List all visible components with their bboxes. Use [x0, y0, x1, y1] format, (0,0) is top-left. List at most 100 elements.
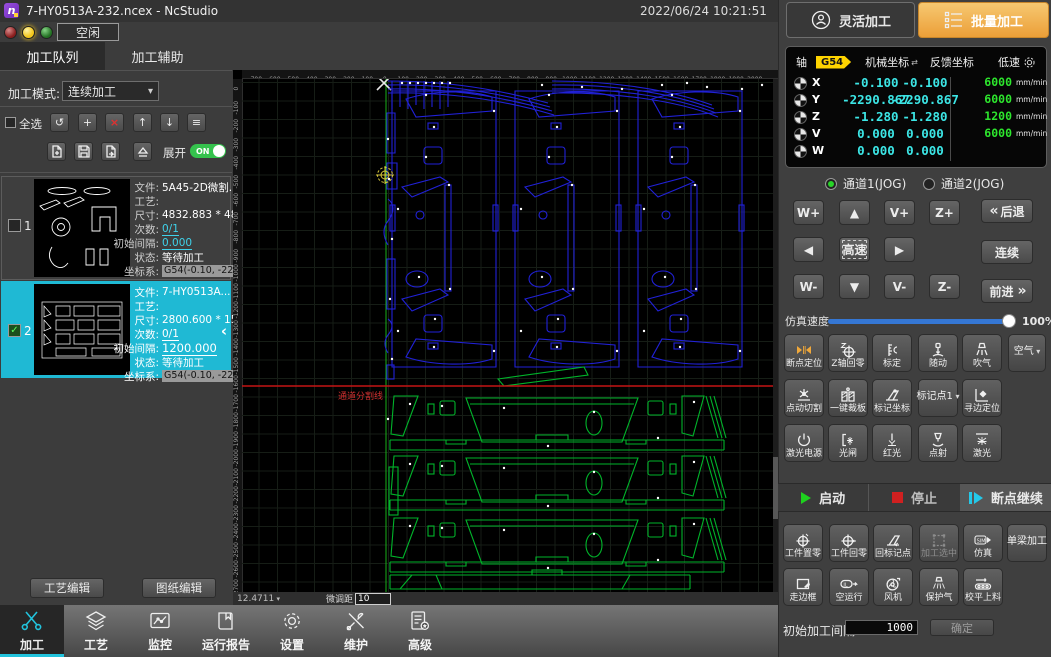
follow-button[interactable]: 随动	[918, 334, 958, 372]
move-up-button[interactable]: ↑	[133, 113, 152, 132]
jog-fast-button[interactable]: 高速	[839, 237, 870, 262]
fan-button[interactable]: 风机	[873, 568, 913, 606]
toolbar-item-process[interactable]: 工艺	[64, 605, 128, 657]
one-key-cut-board-button[interactable]: 一键裁板	[828, 379, 868, 417]
sim-speed-slider-knob[interactable]	[1002, 314, 1016, 328]
ncstudio-window: n 7-HY0513A-232.ncex - NcStudio 2022/06/…	[0, 0, 1051, 657]
workpiece-home-button[interactable]: 工件回零	[829, 524, 869, 562]
tab-flexible-machining[interactable]: 灵活加工	[786, 2, 915, 38]
swap-icon[interactable]: ⇄	[911, 58, 918, 67]
interval-value[interactable]: 0.000	[162, 237, 192, 250]
expand-label: 展开	[163, 145, 186, 161]
continuous-button[interactable]: 连续	[981, 240, 1033, 264]
count-value[interactable]: 0/1	[162, 223, 179, 236]
edge-seek-button[interactable]: 寻边定位	[962, 379, 1002, 417]
shield-gas-button[interactable]: 保护气	[919, 568, 959, 606]
toolbar-item-monitor[interactable]: 监控	[128, 605, 192, 657]
jog-x-minus-button[interactable]: ◀	[793, 237, 824, 262]
backward-button[interactable]: «后退	[981, 199, 1033, 223]
calibrate-button[interactable]: 标定	[872, 334, 912, 372]
tab-machining-assist[interactable]: 加工辅助	[105, 42, 210, 70]
jog-w-minus-button[interactable]: W-	[793, 274, 824, 299]
wcs-badge[interactable]: G54	[816, 56, 851, 69]
move-down-button[interactable]: ↓	[160, 113, 179, 132]
export-file-button[interactable]	[101, 142, 120, 161]
drawing-canvas[interactable]: -700-600-500-400-300-200-100010020030040…	[233, 70, 778, 592]
x-feedback-value: -0.100	[885, 75, 965, 90]
spot-shot-button[interactable]: 点射	[918, 424, 958, 462]
tab-machining-queue[interactable]: 加工队列	[0, 42, 105, 70]
process-edit-button[interactable]: 工艺编辑	[30, 578, 104, 598]
tab-batch-machining[interactable]: 批量加工	[918, 2, 1049, 38]
button-label: 吹气	[973, 359, 991, 369]
breakpoint-locate-button[interactable]: 断点定位	[784, 334, 824, 372]
simulate-button[interactable]: SIM 仿真	[963, 524, 1003, 562]
interval-value[interactable]: 1200.000	[162, 341, 217, 356]
red-light-button[interactable]: 红光	[872, 424, 912, 462]
item-checkbox[interactable]	[8, 219, 21, 232]
toolbar-item-maintenance[interactable]: 维护	[324, 605, 388, 657]
machining-mode-select[interactable]: 连续加工	[62, 81, 159, 101]
count-value[interactable]: 0/1	[162, 328, 179, 341]
jog-v-plus-button[interactable]: V+	[884, 200, 915, 225]
initial-interval-input[interactable]	[845, 620, 918, 635]
queue-item-2[interactable]: 2 ‹ 文件:7-HY0513A... 工艺: 尺寸:2800.600 * 15…	[1, 281, 231, 378]
status-lamp-yellow	[22, 26, 35, 39]
confirm-button[interactable]: 确定	[930, 619, 994, 636]
add-file-button[interactable]: +	[78, 113, 97, 132]
horizontal-ruler: -700-600-500-400-300-200-100010020030040…	[242, 70, 778, 79]
jog-w-plus-button[interactable]: W+	[793, 200, 824, 225]
goto-mark-point-button[interactable]: 回标记点	[873, 524, 913, 562]
channel1-radio[interactable]: 通道1(JOG)	[825, 175, 906, 192]
toolbar-item-settings[interactable]: 设置	[260, 605, 324, 657]
level-feed-button[interactable]: 校平上料	[963, 568, 1003, 606]
item-checkbox[interactable]	[8, 324, 21, 337]
jog-z-plus-button[interactable]: Z+	[929, 200, 960, 225]
mark-point-select-button[interactable]: 标记点1	[918, 379, 958, 417]
ruler-tick: -1100	[233, 283, 242, 302]
dry-run-button[interactable]: JL 空运行	[829, 568, 869, 606]
toolbar-item-machining[interactable]: 加工	[0, 605, 64, 657]
speed-unit: mm/min	[1016, 78, 1047, 87]
expand-toggle[interactable]: ON	[190, 144, 226, 158]
jog-x-plus-button[interactable]: ▶	[884, 237, 915, 262]
gas-select-button[interactable]: 空气	[1008, 334, 1046, 372]
drawing-edit-button[interactable]: 图纸编辑	[142, 578, 216, 598]
save-file-button[interactable]	[74, 142, 93, 161]
scale-indicator[interactable]: 12.4711	[237, 594, 280, 604]
sim-speed-slider-track[interactable]	[828, 319, 1011, 324]
backward-icon: «	[989, 203, 996, 219]
breakpoint-resume-button[interactable]: 断点继续	[961, 484, 1051, 511]
laser-power-button[interactable]: 激光电源	[784, 424, 824, 462]
queue-item-1[interactable]: 1 文件:5A45-2D微割... 工艺: 尺寸:4832.883 * 4843…	[1, 176, 231, 280]
channel2-radio[interactable]: 通道2(JOG)	[923, 175, 1004, 192]
sort-list-button[interactable]: ≡	[187, 113, 206, 132]
jog-z-minus-button[interactable]: Z-	[929, 274, 960, 299]
delete-file-button[interactable]: ×	[105, 113, 124, 132]
workpiece-zero-button[interactable]: 工件置零	[783, 524, 823, 562]
z-axis-home-button[interactable]: Z轴回零	[828, 334, 868, 372]
forward-button[interactable]: 前进»	[981, 279, 1033, 303]
fine-tune-input[interactable]	[355, 593, 391, 605]
blow-air-button[interactable]: 吹气	[962, 334, 1002, 372]
single-beam-button[interactable]: 单梁加工	[1007, 524, 1047, 562]
eject-button[interactable]	[133, 142, 152, 161]
mark-coordinate-button[interactable]: 标记坐标	[872, 379, 912, 417]
toolbar-item-advanced[interactable]: 高级	[388, 605, 452, 657]
jog-y-plus-button[interactable]: ▲	[839, 200, 870, 225]
list-icon: ≡	[192, 116, 201, 129]
stop-button[interactable]: 停止	[869, 484, 960, 511]
shutter-button[interactable]: 光闸	[828, 424, 868, 462]
open-file-button[interactable]	[47, 142, 66, 161]
jog-cut-button[interactable]: 点动切割	[784, 379, 824, 417]
trace-frame-button[interactable]: 走边框	[783, 568, 823, 606]
toolbar-item-run-report[interactable]: 运行报告	[192, 605, 260, 657]
jog-y-minus-button[interactable]: ▼	[839, 274, 870, 299]
history-button[interactable]: ↺	[50, 113, 69, 132]
start-button[interactable]: 启动	[778, 484, 869, 511]
jog-v-minus-button[interactable]: V-	[884, 274, 915, 299]
gear-icon[interactable]	[1023, 56, 1036, 69]
laser-button[interactable]: 激光	[962, 424, 1002, 462]
select-all-checkbox[interactable]	[5, 117, 16, 128]
laser-icon	[974, 432, 990, 448]
